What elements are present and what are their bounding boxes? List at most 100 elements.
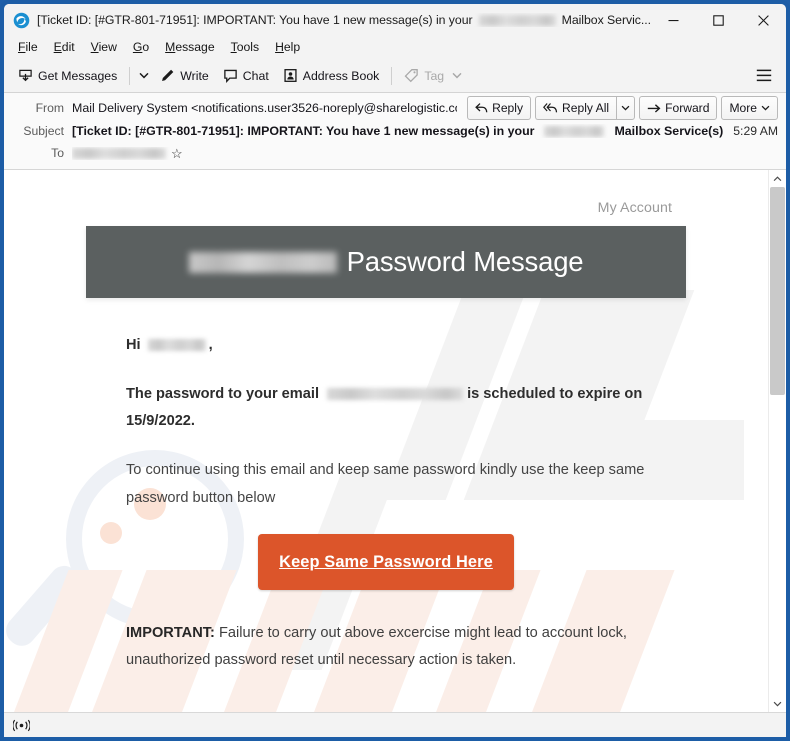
write-button[interactable]: Write — [153, 63, 215, 88]
reply-all-dropdown[interactable] — [616, 96, 636, 120]
toolbar-separator-2 — [391, 66, 393, 85]
address-book-button[interactable]: Address Book — [276, 63, 387, 88]
maximize-button[interactable] — [696, 4, 741, 36]
chevron-down-icon — [761, 105, 770, 111]
message-actions: Reply Reply All Forward More — [457, 96, 778, 120]
reply-all-label: Reply All — [562, 101, 610, 115]
chevron-down-icon — [773, 701, 782, 706]
from-value: Mail Delivery System <notifications.user… — [72, 101, 457, 115]
tag-icon — [404, 69, 419, 83]
reply-all-arrow-icon — [543, 103, 558, 113]
star-outline-icon[interactable]: ☆ — [171, 147, 183, 160]
forward-label: Forward — [665, 101, 710, 115]
scroll-track[interactable] — [769, 187, 786, 695]
get-messages-dropdown[interactable] — [135, 63, 153, 88]
app-menu-button[interactable] — [750, 63, 778, 88]
menu-help[interactable]: Help — [267, 38, 308, 57]
forward-arrow-icon — [647, 103, 661, 113]
toolbar-separator-1 — [129, 66, 131, 85]
contact-card-icon — [284, 69, 297, 82]
reply-arrow-icon — [475, 103, 488, 113]
banner-redacted-brand — [188, 251, 337, 273]
chat-button[interactable]: Chat — [216, 63, 276, 88]
greeting-prefix: Hi — [126, 337, 141, 353]
application-window: [Ticket ID: [#GTR-801-71951]: IMPORTANT:… — [0, 0, 790, 741]
tag-label: Tag — [424, 68, 445, 83]
minimize-button[interactable] — [651, 4, 696, 36]
tag-button[interactable]: Tag — [397, 63, 469, 88]
message-time: 5:29 AM — [733, 124, 778, 138]
banner-title: Password Message — [346, 246, 584, 277]
banner-text: Password Message — [188, 246, 584, 278]
window-controls — [651, 4, 786, 36]
to-value: ☆ — [72, 147, 778, 160]
email-content: My Account Password Message Hi , The pas… — [4, 170, 768, 712]
email-banner: Password Message — [86, 226, 686, 298]
window-frame: [Ticket ID: [#GTR-801-71951]: IMPORTANT:… — [0, 0, 790, 741]
chevron-down-icon — [452, 72, 462, 79]
menu-go[interactable]: Go — [125, 38, 157, 57]
subject-prefix: [Ticket ID: [#GTR-801-71951]: IMPORTANT:… — [72, 124, 535, 138]
to-row: To ☆ — [12, 142, 778, 164]
broadcast-signal-icon[interactable] — [13, 719, 30, 732]
cta-container: Keep Same Password Here — [126, 533, 646, 591]
due-heading: Email(s) Due to expire on September 15, … — [126, 707, 646, 713]
subject-redacted-domain — [544, 125, 605, 137]
subject-value: [Ticket ID: [#GTR-801-71951]: IMPORTANT:… — [72, 124, 723, 138]
address-book-label: Address Book — [302, 68, 380, 83]
from-label: From — [35, 101, 64, 115]
status-bar — [4, 712, 786, 737]
greeting-suffix: , — [208, 337, 213, 353]
window-title-prefix: [Ticket ID: [#GTR-801-71951]: IMPORTANT:… — [37, 13, 473, 27]
get-messages-button[interactable]: Get Messages — [11, 63, 124, 88]
expiry-redacted-email — [327, 388, 464, 401]
my-account-link[interactable]: My Account — [86, 200, 686, 216]
from-row: From Mail Delivery System <notifications… — [12, 96, 778, 120]
more-button[interactable]: More — [721, 96, 778, 120]
to-label: To — [51, 146, 64, 160]
inbox-download-icon — [19, 69, 32, 82]
window-title-suffix: Mailbox Servic... — [561, 13, 651, 27]
close-icon — [758, 14, 769, 26]
chevron-up-icon — [773, 175, 782, 181]
greeting-redacted-name — [147, 339, 206, 352]
menu-file[interactable]: File — [10, 38, 46, 57]
greeting-paragraph: Hi , — [126, 332, 646, 359]
subject-row: Subject [Ticket ID: [#GTR-801-71951]: IM… — [12, 120, 778, 142]
message-body-area: My Account Password Message Hi , The pas… — [4, 170, 786, 712]
get-messages-label: Get Messages — [38, 68, 118, 83]
keep-same-password-button[interactable]: Keep Same Password Here — [258, 533, 514, 591]
maximize-icon — [713, 14, 724, 26]
minimize-icon — [668, 19, 679, 21]
vertical-scrollbar[interactable] — [768, 170, 786, 712]
instruction-paragraph: To continue using this email and keep sa… — [126, 462, 645, 506]
subject-label: Subject — [23, 124, 64, 138]
reply-label: Reply — [492, 101, 524, 115]
thunderbird-logo-icon — [13, 12, 30, 28]
to-redacted-address — [72, 147, 166, 159]
title-bar: [Ticket ID: [#GTR-801-71951]: IMPORTANT:… — [4, 4, 786, 36]
email-body: Hi , The password to your email is sched… — [86, 298, 686, 712]
forward-button[interactable]: Forward — [639, 96, 718, 120]
important-label: IMPORTANT: — [126, 625, 215, 642]
important-warning-paragraph: IMPORTANT: Failure to carry out above ex… — [126, 620, 646, 674]
hamburger-menu-icon — [756, 69, 772, 82]
email-container: My Account Password Message Hi , The pas… — [86, 200, 686, 712]
window-title-redacted-domain — [478, 14, 556, 26]
from-address: Mail Delivery System <notifications.user… — [72, 101, 458, 115]
reply-all-button[interactable]: Reply All — [535, 96, 617, 120]
scroll-up-button[interactable] — [769, 170, 786, 187]
menu-message[interactable]: Message — [157, 38, 222, 57]
scroll-thumb[interactable] — [770, 187, 785, 396]
scroll-down-button[interactable] — [769, 695, 786, 712]
message-body-scrollport: My Account Password Message Hi , The pas… — [4, 170, 768, 712]
main-toolbar: Get Messages Write Chat Address Book Tag — [4, 59, 786, 93]
expiry-notice-paragraph: The password to your email is scheduled … — [126, 381, 646, 435]
reply-button[interactable]: Reply — [467, 96, 532, 120]
menu-view[interactable]: View — [83, 38, 125, 57]
subject-suffix: Mailbox Service(s) — [614, 124, 724, 138]
menu-edit[interactable]: Edit — [46, 38, 83, 57]
reply-all-split-button: Reply All — [535, 96, 636, 120]
menu-tools[interactable]: Tools — [223, 38, 267, 57]
close-button[interactable] — [741, 4, 786, 36]
